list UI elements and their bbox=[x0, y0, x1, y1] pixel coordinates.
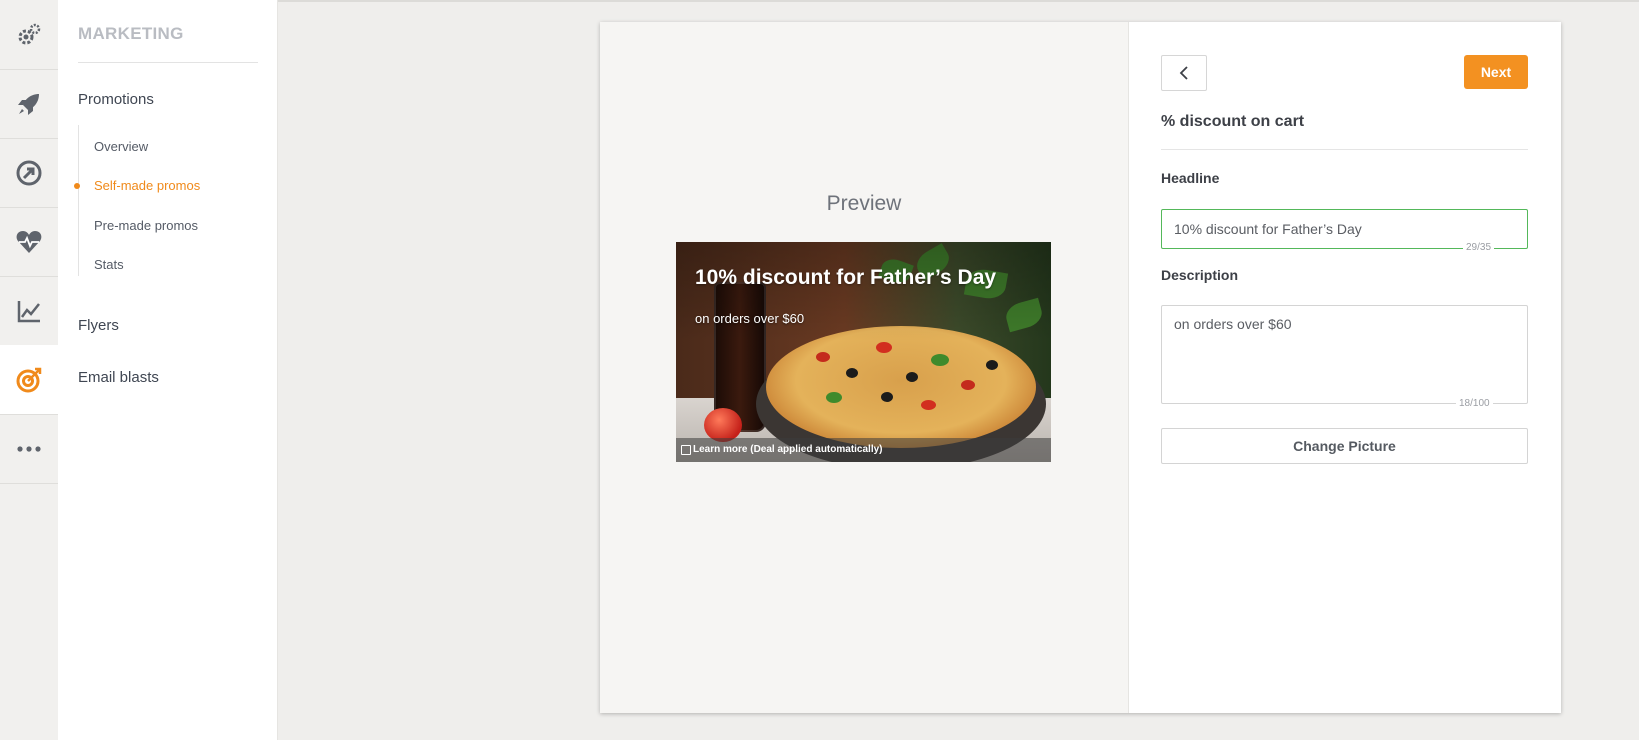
promo-description: on orders over $60 bbox=[695, 311, 805, 326]
promo-type-title: % discount on cart bbox=[1161, 113, 1305, 130]
nav-tree-line bbox=[78, 125, 79, 276]
subnav-title: MARKETING bbox=[78, 24, 184, 43]
active-dot bbox=[74, 183, 80, 189]
promo-editor-card: Preview 10% discount for Father’s Day on… bbox=[600, 22, 1561, 713]
preview-title: Preview bbox=[826, 192, 902, 215]
description-label: Description bbox=[1161, 267, 1239, 283]
edit-pane: Next % discount on cart Headline 29/35 D… bbox=[1129, 22, 1561, 713]
rail-item-navigate[interactable] bbox=[0, 138, 58, 208]
change-picture-button[interactable]: Change Picture bbox=[1161, 428, 1528, 464]
promo-preview-image: 10% discount for Father’s Day on orders … bbox=[676, 242, 1051, 462]
headline-counter: 29/35 bbox=[1463, 242, 1495, 253]
nav-overview[interactable]: Overview bbox=[94, 139, 148, 154]
promo-headline: 10% discount for Father’s Day bbox=[695, 266, 997, 289]
promo-footer-text: Learn more (Deal applied automatically) bbox=[693, 444, 883, 455]
marketing-subnav: MARKETING Promotions Overview Self-made … bbox=[58, 0, 278, 740]
nav-email-blasts[interactable]: Email blasts bbox=[78, 369, 159, 386]
expand-icon bbox=[681, 445, 691, 455]
edit-divider bbox=[1161, 149, 1528, 150]
more-icon bbox=[17, 445, 41, 452]
headline-label: Headline bbox=[1161, 170, 1220, 186]
target-icon bbox=[16, 367, 42, 392]
description-input[interactable]: on orders over $60 bbox=[1161, 305, 1528, 404]
nav-flyers[interactable]: Flyers bbox=[78, 317, 119, 334]
heart-pulse-icon bbox=[16, 230, 42, 253]
nav-promotions[interactable]: Promotions bbox=[78, 91, 154, 108]
rail-item-marketing[interactable] bbox=[0, 345, 58, 415]
rail-item-more[interactable] bbox=[0, 414, 58, 484]
chevron-left-icon bbox=[1179, 66, 1188, 80]
back-button[interactable] bbox=[1161, 55, 1207, 91]
rail-item-health[interactable] bbox=[0, 207, 58, 277]
rail-item-launch[interactable] bbox=[0, 69, 58, 139]
line-chart-icon bbox=[17, 300, 40, 322]
rail-item-analytics[interactable] bbox=[0, 276, 58, 346]
nav-self-made-promos[interactable]: Self-made promos bbox=[74, 178, 201, 193]
gears-icon bbox=[18, 23, 41, 44]
compass-arrow-icon bbox=[16, 160, 42, 185]
nav-stats[interactable]: Stats bbox=[94, 257, 124, 272]
promo-footer[interactable]: Learn more (Deal applied automatically) bbox=[676, 438, 1051, 462]
rocket-icon bbox=[18, 93, 39, 115]
nav-self-made-promos-label: Self-made promos bbox=[94, 178, 201, 193]
next-button[interactable]: Next bbox=[1464, 55, 1528, 89]
nav-pre-made-promos[interactable]: Pre-made promos bbox=[94, 218, 198, 233]
subnav-divider bbox=[78, 62, 258, 63]
rail-item-settings[interactable] bbox=[0, 0, 58, 70]
icon-rail bbox=[0, 0, 59, 740]
preview-pane: Preview 10% discount for Father’s Day on… bbox=[600, 22, 1129, 713]
description-counter: 18/100 bbox=[1456, 398, 1493, 409]
